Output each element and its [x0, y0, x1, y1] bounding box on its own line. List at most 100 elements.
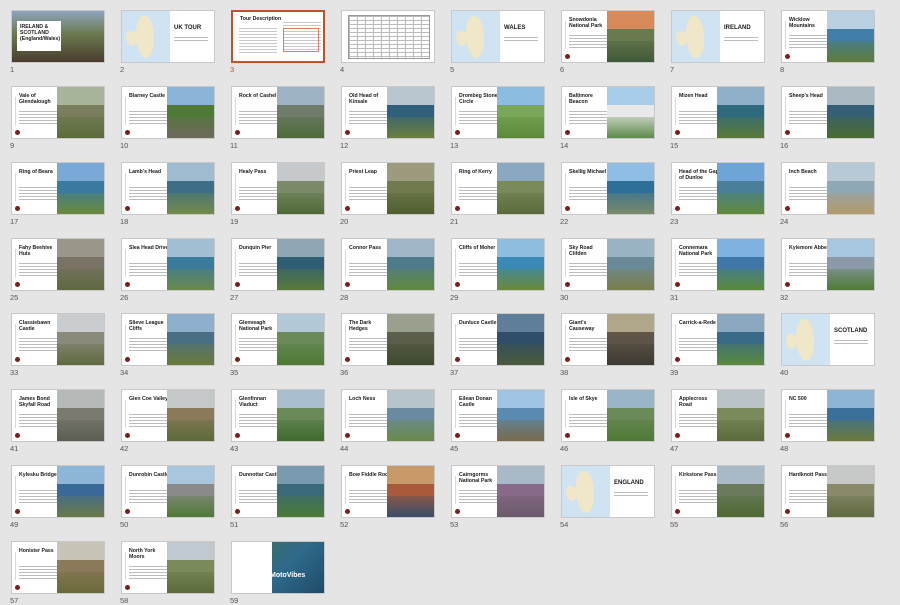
slide-item[interactable]: Wicklow Mountains 8: [780, 10, 876, 78]
slide-item[interactable]: The Dark Hedges 36: [340, 313, 436, 381]
slide-thumbnail[interactable]: Kylemore Abbey: [781, 238, 875, 291]
slide-item[interactable]: Blarney Castle 10: [120, 86, 216, 154]
slide-item[interactable]: Ring of Kerry 21: [450, 162, 546, 230]
slide-item[interactable]: Isle of Skye 46: [560, 389, 656, 457]
slide-item[interactable]: Bow Fiddle Rock 52: [340, 465, 436, 533]
slide-item[interactable]: Baltimore Beacon 14: [560, 86, 656, 154]
slide-item[interactable]: IRELAND 7: [670, 10, 766, 78]
slide-item[interactable]: Rock of Cashel 11: [230, 86, 326, 154]
slide-thumbnail[interactable]: Glenfinnan Viaduct: [231, 389, 325, 442]
slide-thumbnail[interactable]: Wicklow Mountains: [781, 10, 875, 63]
slide-thumbnail[interactable]: Mizen Head: [671, 86, 765, 139]
slide-item[interactable]: Dunquin Pier 27: [230, 238, 326, 306]
slide-thumbnail[interactable]: Cairngorms National Park: [451, 465, 545, 518]
slide-thumbnail[interactable]: Inch Beach: [781, 162, 875, 215]
slide-thumbnail[interactable]: Sheep's Head: [781, 86, 875, 139]
slide-item[interactable]: Classiebawn Castle 33: [10, 313, 106, 381]
slide-thumbnail[interactable]: Dunquin Pier: [231, 238, 325, 291]
slide-item[interactable]: Hardknott Pass 56: [780, 465, 876, 533]
slide-thumbnail[interactable]: Slea Head Drive: [121, 238, 215, 291]
slide-item[interactable]: Cliffs of Moher 29: [450, 238, 546, 306]
slide-item[interactable]: Skellig Michael 22: [560, 162, 656, 230]
slide-item[interactable]: IRELAND & SCOTLAND (England/Wales) 1: [10, 10, 106, 78]
slide-item[interactable]: Loch Ness 44: [340, 389, 436, 457]
slide-item[interactable]: Kylesku Bridge 49: [10, 465, 106, 533]
slide-item[interactable]: Connemara National Park 31: [670, 238, 766, 306]
slide-item[interactable]: Vale of Glendalough 9: [10, 86, 106, 154]
slide-thumbnail[interactable]: Applecross Road: [671, 389, 765, 442]
slide-thumbnail[interactable]: Skellig Michael: [561, 162, 655, 215]
slide-item[interactable]: UK TOUR 2: [120, 10, 216, 78]
slide-thumbnail[interactable]: IRELAND: [671, 10, 765, 63]
slide-thumbnail[interactable]: Tour Description: [231, 10, 325, 63]
slide-item[interactable]: NC 500 48: [780, 389, 876, 457]
slide-thumbnail[interactable]: Dunluce Castle: [451, 313, 545, 366]
slide-thumbnail[interactable]: Connemara National Park: [671, 238, 765, 291]
slide-item[interactable]: Fahy Beehive Huts 25: [10, 238, 106, 306]
slide-thumbnail[interactable]: Giant's Causeway: [561, 313, 655, 366]
slide-thumbnail[interactable]: Dunnottar Castle: [231, 465, 325, 518]
slide-thumbnail[interactable]: WALES: [451, 10, 545, 63]
slide-item[interactable]: Dunnottar Castle 51: [230, 465, 326, 533]
slide-thumbnail[interactable]: Dunrobin Castle: [121, 465, 215, 518]
slide-thumbnail[interactable]: Vale of Glendalough: [11, 86, 105, 139]
slide-thumbnail[interactable]: Sky Road Clifden: [561, 238, 655, 291]
slide-thumbnail[interactable]: North York Moors: [121, 541, 215, 594]
slide-item[interactable]: James Bond Skyfall Road 41: [10, 389, 106, 457]
slide-thumbnail[interactable]: Glenveagh National Park: [231, 313, 325, 366]
slide-thumbnail[interactable]: Hardknott Pass: [781, 465, 875, 518]
slide-thumbnail[interactable]: Head of the Gap of Dunloe: [671, 162, 765, 215]
slide-thumbnail[interactable]: Slieve League Cliffs: [121, 313, 215, 366]
slide-item[interactable]: WALES 5: [450, 10, 546, 78]
slide-item[interactable]: Tour Description 3: [230, 10, 326, 78]
slide-thumbnail[interactable]: James Bond Skyfall Road: [11, 389, 105, 442]
slide-thumbnail[interactable]: Bow Fiddle Rock: [341, 465, 435, 518]
slide-item[interactable]: Carrick-a-Rede 39: [670, 313, 766, 381]
slide-item[interactable]: Glen Coe Valley 42: [120, 389, 216, 457]
slide-thumbnail[interactable]: SCOTLAND: [781, 313, 875, 366]
slide-item[interactable]: Slieve League Cliffs 34: [120, 313, 216, 381]
slide-item[interactable]: SCOTLAND 40: [780, 313, 876, 381]
slide-item[interactable]: Eilean Donan Castle 45: [450, 389, 546, 457]
slide-item[interactable]: North York Moors 58: [120, 541, 216, 605]
slide-item[interactable]: ENGLAND 54: [560, 465, 656, 533]
slide-thumbnail[interactable]: Glen Coe Valley: [121, 389, 215, 442]
slide-item[interactable]: Dunrobin Castle 50: [120, 465, 216, 533]
slide-thumbnail[interactable]: NC 500: [781, 389, 875, 442]
slide-item[interactable]: Sky Road Clifden 30: [560, 238, 656, 306]
slide-item[interactable]: Priest Leap 20: [340, 162, 436, 230]
slide-thumbnail[interactable]: Drombeg Stone Circle: [451, 86, 545, 139]
slide-item[interactable]: Old Head of Kinsale 12: [340, 86, 436, 154]
slide-thumbnail[interactable]: Priest Leap: [341, 162, 435, 215]
slide-item[interactable]: Ring of Beara 17: [10, 162, 106, 230]
slide-thumbnail[interactable]: Lamb's Head: [121, 162, 215, 215]
slide-item[interactable]: Slea Head Drive 26: [120, 238, 216, 306]
slide-thumbnail[interactable]: Old Head of Kinsale: [341, 86, 435, 139]
slide-thumbnail[interactable]: Fahy Beehive Huts: [11, 238, 105, 291]
slide-thumbnail[interactable]: IRELAND & SCOTLAND (England/Wales): [11, 10, 105, 63]
slide-item[interactable]: 4: [340, 10, 436, 78]
slide-thumbnail[interactable]: Kirkstone Pass: [671, 465, 765, 518]
slide-item[interactable]: Mizen Head 15: [670, 86, 766, 154]
slide-thumbnail[interactable]: Honister Pass: [11, 541, 105, 594]
slide-item[interactable]: Snowdonia National Park 6: [560, 10, 656, 78]
slide-item[interactable]: Honister Pass 57: [10, 541, 106, 605]
slide-item[interactable]: Cairngorms National Park 53: [450, 465, 546, 533]
slide-thumbnail[interactable]: Baltimore Beacon: [561, 86, 655, 139]
slide-item[interactable]: Glenfinnan Viaduct 43: [230, 389, 326, 457]
slide-thumbnail[interactable]: ENGLAND: [561, 465, 655, 518]
slide-item[interactable]: Dunluce Castle 37: [450, 313, 546, 381]
slide-thumbnail[interactable]: Rock of Cashel: [231, 86, 325, 139]
slide-item[interactable]: Giant's Causeway 38: [560, 313, 656, 381]
slide-thumbnail[interactable]: Carrick-a-Rede: [671, 313, 765, 366]
slide-item[interactable]: Lamb's Head 18: [120, 162, 216, 230]
slide-item[interactable]: Head of the Gap of Dunloe 23: [670, 162, 766, 230]
slide-thumbnail[interactable]: Isle of Skye: [561, 389, 655, 442]
slide-thumbnail[interactable]: [341, 10, 435, 63]
slide-item[interactable]: Kylemore Abbey 32: [780, 238, 876, 306]
slide-thumbnail[interactable]: Ring of Kerry: [451, 162, 545, 215]
slide-item[interactable]: Sheep's Head 16: [780, 86, 876, 154]
slide-thumbnail[interactable]: Snowdonia National Park: [561, 10, 655, 63]
slide-thumbnail[interactable]: Ring of Beara: [11, 162, 105, 215]
slide-item[interactable]: Inch Beach 24: [780, 162, 876, 230]
